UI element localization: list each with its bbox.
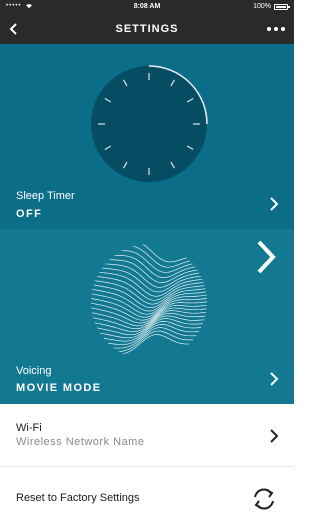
reset-row[interactable]: Reset to Factory Settings xyxy=(0,467,294,532)
waveform-line xyxy=(91,283,207,309)
waveform-line xyxy=(91,327,207,349)
voicing-label: Voicing xyxy=(16,365,52,377)
wifi-chevron-icon xyxy=(270,429,279,443)
voicing-value: MOVIE MODE xyxy=(16,382,102,394)
nav-bar: SETTINGS xyxy=(0,14,294,44)
refresh-icon[interactable] xyxy=(250,485,278,513)
more-options-icon[interactable] xyxy=(264,21,288,37)
status-bar: ••••• 8:08 AM 100% xyxy=(0,0,294,14)
waveform-line xyxy=(91,244,207,263)
sleep-timer-value: OFF xyxy=(16,208,43,220)
waveform-line xyxy=(91,250,207,273)
status-time: 8:08 AM xyxy=(133,3,161,10)
voicing-panel[interactable]: Voicing MOVIE MODE xyxy=(0,229,294,404)
voicing-large-chevron-icon xyxy=(257,240,276,274)
battery-percent: 100% xyxy=(253,3,271,10)
battery-icon xyxy=(274,3,290,10)
sleep-timer-label: Sleep Timer xyxy=(16,190,75,202)
wifi-network-name: Wireless Network Name xyxy=(16,436,145,448)
wifi-row[interactable]: Wi-Fi Wireless Network Name xyxy=(0,404,294,467)
status-right: 100% xyxy=(253,3,290,10)
wifi-label: Wi-Fi xyxy=(16,422,42,434)
sleep-timer-panel[interactable]: Sleep Timer OFF xyxy=(0,44,294,229)
page-title: SETTINGS xyxy=(115,23,179,35)
sleep-timer-chevron-icon xyxy=(270,197,279,211)
voicing-chevron-icon xyxy=(270,372,279,386)
reset-label: Reset to Factory Settings xyxy=(16,492,140,504)
waveform-line xyxy=(91,334,207,356)
voicing-waveform-icon xyxy=(91,244,207,356)
waveform-line xyxy=(91,258,207,283)
